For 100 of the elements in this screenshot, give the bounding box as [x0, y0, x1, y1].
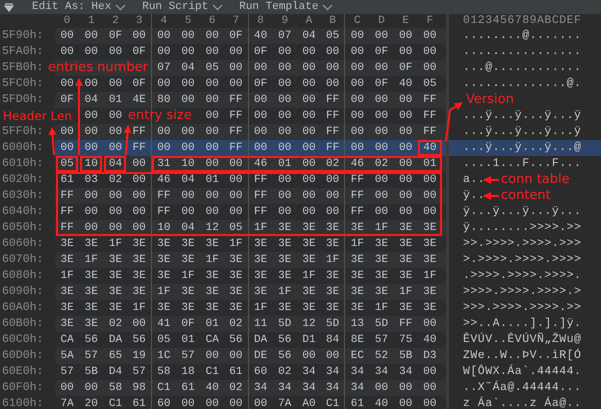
hex-byte: D4 — [108, 366, 122, 378]
row-address: 60D0h: — [2, 350, 44, 362]
hex-byte: 00 — [108, 142, 122, 154]
hex-byte: 34 — [278, 382, 292, 394]
row-address: 60B0h: — [2, 318, 44, 330]
hex-byte: 00 — [206, 78, 219, 90]
hex-byte: 1F — [423, 270, 436, 282]
column-header: 7 — [232, 15, 240, 27]
ascii-text: ÿ........>>>>.>> — [446, 220, 601, 236]
hex-byte: FF — [229, 126, 242, 138]
hex-byte: 10 — [181, 158, 195, 170]
hex-byte: 00 — [157, 78, 170, 90]
hex-byte: 00 — [399, 126, 412, 138]
hex-byte: 00 — [181, 46, 195, 58]
hex-byte: 3E — [302, 254, 316, 266]
hex-byte: 00 — [326, 62, 340, 74]
hex-byte: 00 — [84, 110, 98, 122]
hex-byte: 3E — [302, 286, 316, 298]
row-address: 6050h: — [2, 222, 44, 234]
hex-byte: 0F — [60, 94, 74, 106]
hex-byte: 61 — [181, 382, 195, 394]
hex-byte: 00 — [399, 110, 412, 122]
hex-byte: 00 — [423, 30, 436, 42]
hex-byte: 00 — [302, 206, 316, 218]
hex-byte: 56 — [84, 334, 98, 346]
hex-byte: 3E — [302, 222, 316, 234]
hex-byte: 1C — [157, 350, 170, 362]
hex-byte: 00 — [278, 126, 292, 138]
hex-byte: 46 — [157, 174, 170, 186]
hex-byte: 00 — [399, 190, 412, 202]
hex-byte: 00 — [229, 350, 242, 362]
hex-byte: 56 — [278, 334, 292, 346]
hex-byte: C1 — [157, 382, 170, 394]
ascii-text: ...ÿ...ÿ...ÿ...ÿ — [446, 124, 601, 140]
hex-byte: 3E — [181, 238, 195, 250]
hex-byte: FF — [423, 126, 436, 138]
hex-byte: FF — [60, 222, 74, 234]
hex-byte: FF — [350, 190, 364, 202]
hex-byte: 00 — [229, 46, 242, 58]
hex-byte: 1F — [326, 254, 340, 266]
hex-byte: 00 — [206, 110, 219, 122]
ascii-text: ....1...F...F... — [446, 156, 601, 172]
hex-byte: 00 — [84, 30, 98, 42]
hex-byte: 00 — [326, 350, 340, 362]
toolbar-menu[interactable]: Run Script — [142, 0, 234, 14]
hex-byte: 3E — [254, 254, 268, 266]
hex-byte: FF — [254, 206, 268, 218]
column-header: 4 — [160, 15, 168, 27]
hex-byte: 00 — [302, 142, 316, 154]
toolbar-menu[interactable]: Run Template — [239, 0, 344, 14]
toolbar-menu[interactable]: Edit As: Hex — [32, 0, 136, 14]
column-header: 6 — [208, 15, 216, 27]
hex-byte: 3E — [206, 286, 219, 298]
hex-byte: 04 — [302, 30, 316, 42]
hex-byte: 00 — [423, 46, 436, 58]
hex-byte: 00 — [229, 78, 242, 90]
hex-byte: 3E — [399, 238, 412, 250]
hex-byte: 00 — [206, 190, 219, 202]
row-address: 60A0h: — [2, 302, 44, 314]
hex-byte: 00 — [229, 190, 242, 202]
hex-byte: 1F — [60, 270, 74, 282]
column-header: A — [306, 15, 312, 27]
hex-byte: 00 — [399, 174, 412, 186]
hex-byte: 00 — [350, 110, 364, 122]
hex-byte: 0F — [254, 46, 268, 58]
hex-byte: 3E — [399, 254, 412, 266]
hex-byte: 3E — [254, 286, 268, 298]
hex-byte: 00 — [108, 190, 122, 202]
hex-byte: 40 — [423, 334, 436, 346]
hex-byte: 3E — [423, 238, 436, 250]
hex-byte: 3E — [157, 254, 170, 266]
hex-byte: 3E — [108, 302, 122, 314]
hex-byte: 00 — [302, 110, 316, 122]
hex-byte: 3E — [254, 270, 268, 282]
hex-byte: 31 — [157, 158, 170, 170]
hex-byte: 00 — [206, 94, 219, 106]
hex-byte: 00 — [254, 126, 268, 138]
hex-byte: EC — [350, 350, 364, 362]
hex-byte: 00 — [229, 398, 242, 409]
ascii-text: >>..A....].].]ÿ. — [446, 316, 601, 332]
hex-byte: 00 — [108, 46, 122, 58]
hex-byte: FF — [132, 126, 146, 138]
hex-byte: D1 — [302, 334, 316, 346]
hex-byte: DA — [254, 334, 268, 346]
hex-byte: FF — [157, 206, 170, 218]
hex-byte: 00 — [181, 78, 195, 90]
ascii-text: >>>>.>>>>.>>>>.> — [446, 284, 601, 300]
hex-byte: 3E — [108, 286, 122, 298]
ascii-text: >.>>>>.>>>>.>>>> — [446, 252, 601, 268]
hex-byte: 1F — [374, 222, 388, 234]
hex-byte: 00 — [374, 174, 388, 186]
hex-byte: 00 — [399, 30, 412, 42]
hex-byte: 01 — [206, 174, 219, 186]
hex-byte: 61 — [132, 398, 146, 409]
hex-byte: 3E — [423, 286, 436, 298]
hex-byte: 00 — [84, 206, 98, 218]
hex-byte: 00 — [181, 142, 195, 154]
hex-byte: 00 — [254, 398, 268, 409]
hex-byte: FF — [350, 206, 364, 218]
hex-byte: 5D — [278, 318, 292, 330]
